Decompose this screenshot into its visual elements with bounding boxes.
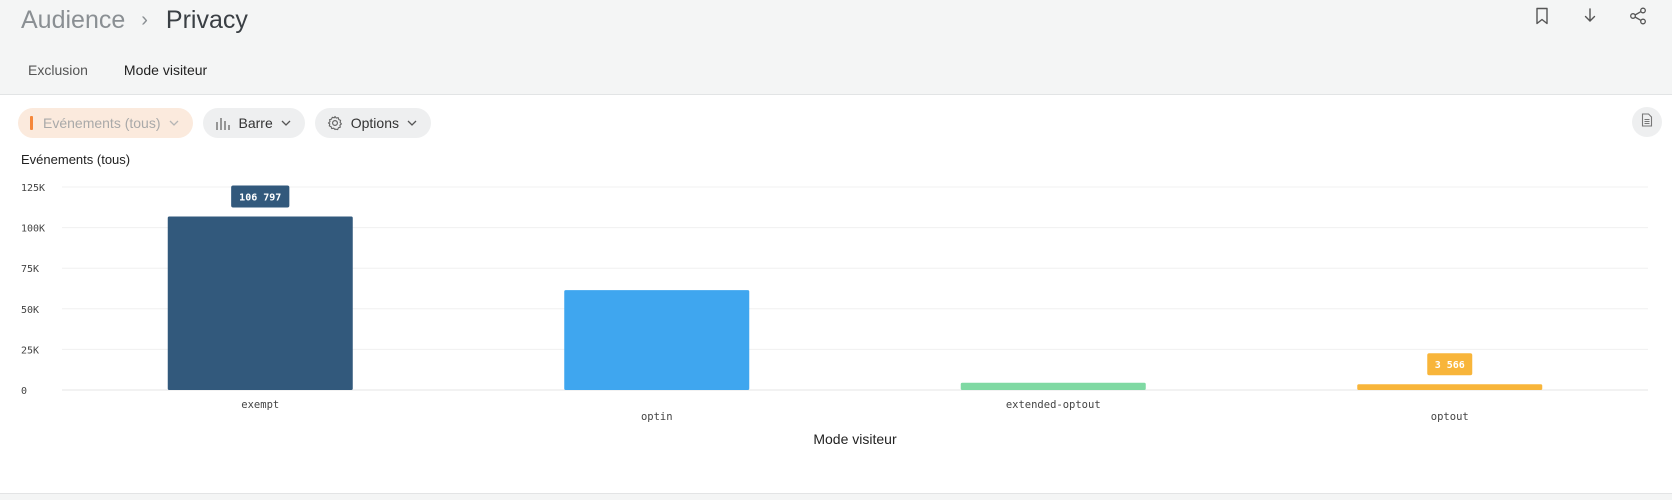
breadcrumb-root[interactable]: Audience — [21, 6, 125, 35]
bar-optout[interactable] — [1357, 384, 1543, 390]
tab-exclusion[interactable]: Exclusion — [18, 52, 98, 97]
y-tick-label: 100K — [21, 224, 45, 235]
tab-bar: Exclusion Mode visiteur — [18, 52, 233, 105]
bar-exempt[interactable] — [167, 216, 353, 390]
data-label: 106 797 — [239, 193, 281, 204]
bar-chart: 0 25K 50K 75K 100K 125K exempt optin extended-op… — [21, 183, 1648, 447]
x-tick-label: optin — [641, 411, 673, 423]
page-title: Privacy — [165, 5, 248, 34]
bar-extended-optout[interactable] — [960, 382, 1146, 390]
page-header: Audience › Privacy Exclusion Mode visite… — [0, 0, 1672, 105]
breadcrumb-separator: › — [141, 8, 148, 31]
data-label: 3 566 — [1435, 360, 1465, 371]
header-actions — [1530, 4, 1650, 28]
x-tick-label: optout — [1431, 411, 1469, 423]
x-axis-title: Mode visiteur — [813, 431, 897, 447]
download-icon[interactable] — [1578, 4, 1602, 28]
y-tick-label: 25K — [21, 345, 39, 356]
x-tick-label: extended-optout — [1006, 399, 1101, 411]
y-tick-label: 125K — [21, 183, 45, 194]
y-tick-label: 0 — [21, 386, 27, 397]
breadcrumb: Audience › Privacy — [21, 3, 248, 37]
bookmark-icon[interactable] — [1530, 4, 1554, 28]
bar-optin[interactable] — [564, 290, 750, 390]
y-tick-label: 50K — [21, 305, 39, 316]
x-tick-label: exempt — [241, 399, 279, 411]
tab-mode-visiteur[interactable]: Mode visiteur — [113, 52, 218, 105]
share-icon[interactable] — [1626, 4, 1650, 28]
y-tick-label: 75K — [21, 264, 39, 275]
